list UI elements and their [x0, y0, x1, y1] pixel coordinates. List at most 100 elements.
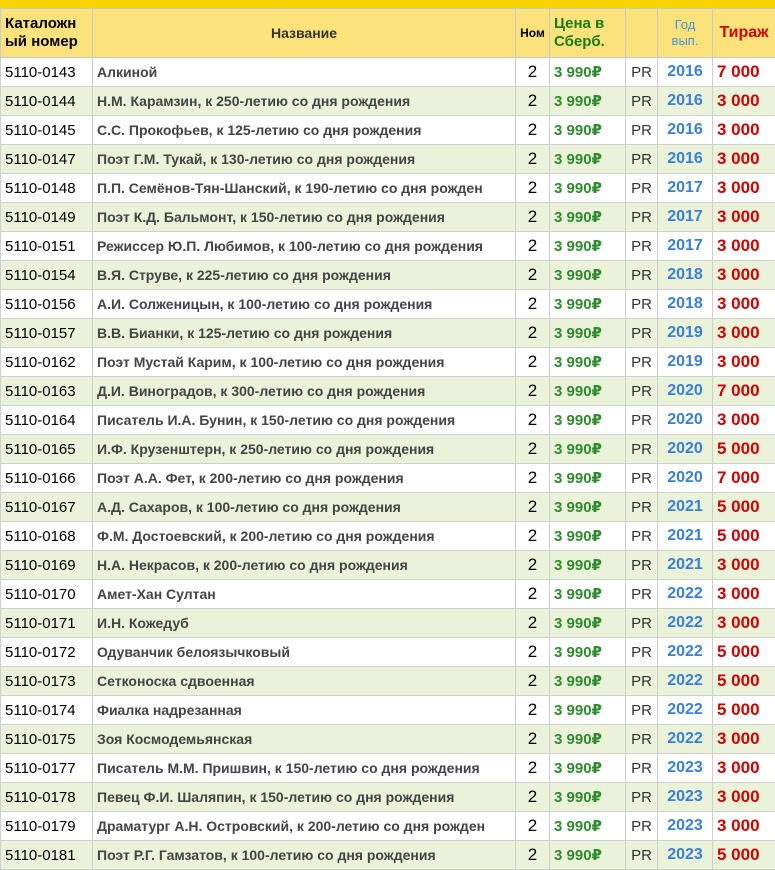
- table-row: 5110-0167 А.Д. Сахаров, к 100-летию со дн…: [0, 492, 775, 522]
- coin-name-cell: Режиссер Ю.П. Любимов, к 100-летию со дн…: [92, 231, 516, 261]
- table-row: 5110-0144 Н.М. Карамзин, к 250-летию со д…: [0, 86, 775, 116]
- quality-cell: PR: [625, 463, 658, 493]
- year-cell: 2016: [657, 144, 713, 174]
- nominal-cell: 2: [515, 347, 550, 377]
- catalog-number-cell: 5110-0174: [0, 695, 93, 725]
- header-row: Каталожн ый номер Название Ном Цена в Сб…: [0, 8, 775, 58]
- table-row: 5110-0174 Фиалка надрезанная 2 3 990₽ PR 2022…: [0, 695, 775, 725]
- quality-cell: PR: [625, 666, 658, 696]
- nominal-cell: 2: [515, 376, 550, 406]
- price-cell: 3 990₽: [549, 318, 626, 348]
- table-row: 5110-0156 А.И. Солженицын, к 100-летию со…: [0, 289, 775, 319]
- nominal-cell: 2: [515, 405, 550, 435]
- catalog-number-cell: 5110-0173: [0, 666, 93, 696]
- year-cell: 2023: [657, 840, 713, 870]
- catalog-number-cell: 5110-0170: [0, 579, 93, 609]
- year-cell: 2020: [657, 405, 713, 435]
- mintage-cell: 3 000: [712, 173, 775, 203]
- year-cell: 2022: [657, 579, 713, 609]
- nominal-cell: 2: [515, 463, 550, 493]
- catalog-number-cell: 5110-0149: [0, 202, 93, 232]
- mintage-cell: 5 000: [712, 637, 775, 667]
- quality-cell: PR: [625, 173, 658, 203]
- quality-cell: PR: [625, 144, 658, 174]
- quality-cell: PR: [625, 492, 658, 522]
- table-row: 5110-0143 Алкиной 2 3 990₽ PR 2016 7 000: [0, 57, 775, 87]
- coin-name-cell: Поэт Г.М. Тукай, к 130-летию со дня рожд…: [92, 144, 516, 174]
- year-cell: 2020: [657, 376, 713, 406]
- mintage-cell: 3 000: [712, 608, 775, 638]
- catalog-number-cell: 5110-0167: [0, 492, 93, 522]
- quality-cell: PR: [625, 376, 658, 406]
- year-cell: 2016: [657, 115, 713, 145]
- coin-name-cell: Н.А. Некрасов, к 200-летию со дня рожден…: [92, 550, 516, 580]
- coin-catalog-table: Каталожн ый номер Название Ном Цена в Сб…: [0, 8, 775, 870]
- year-cell: 2022: [657, 695, 713, 725]
- price-cell: 3 990₽: [549, 376, 626, 406]
- mintage-cell: 3 000: [712, 405, 775, 435]
- mintage-cell: 3 000: [712, 115, 775, 145]
- catalog-number-cell: 5110-0154: [0, 260, 93, 290]
- price-cell: 3 990₽: [549, 144, 626, 174]
- price-cell: 3 990₽: [549, 115, 626, 145]
- nominal-cell: 2: [515, 289, 550, 319]
- nominal-cell: 2: [515, 579, 550, 609]
- year-cell: 2021: [657, 492, 713, 522]
- year-cell: 2019: [657, 318, 713, 348]
- price-cell: 3 990₽: [549, 231, 626, 261]
- table-row: 5110-0175 Зоя Космодемьянская 2 3 990₽ PR 202…: [0, 724, 775, 754]
- quality-cell: PR: [625, 289, 658, 319]
- year-cell: 2022: [657, 724, 713, 754]
- catalog-number-cell: 5110-0166: [0, 463, 93, 493]
- price-cell: 3 990₽: [549, 434, 626, 464]
- table-row: 5110-0157 В.В. Бианки, к 125-летию со дня…: [0, 318, 775, 348]
- table-row: 5110-0145 С.С. Прокофьев, к 125-летию со …: [0, 115, 775, 145]
- price-cell: 3 990₽: [549, 463, 626, 493]
- price-cell: 3 990₽: [549, 289, 626, 319]
- catalog-number-cell: 5110-0162: [0, 347, 93, 377]
- quality-cell: PR: [625, 637, 658, 667]
- mintage-cell: 3 000: [712, 260, 775, 290]
- header-name: Название: [92, 8, 516, 58]
- catalog-number-cell: 5110-0172: [0, 637, 93, 667]
- nominal-cell: 2: [515, 840, 550, 870]
- coin-name-cell: Певец Ф.И. Шаляпин, к 150-летию со дня р…: [92, 782, 516, 812]
- catalog-number-cell: 5110-0148: [0, 173, 93, 203]
- price-cell: 3 990₽: [549, 579, 626, 609]
- coin-name-cell: Алкиной: [92, 57, 516, 87]
- header-price: Цена в Сберб.: [549, 8, 626, 58]
- year-cell: 2017: [657, 202, 713, 232]
- nominal-cell: 2: [515, 724, 550, 754]
- price-cell: 3 990₽: [549, 347, 626, 377]
- table-row: 5110-0166 Поэт А.А. Фет, к 200-летию со д…: [0, 463, 775, 493]
- coin-name-cell: Писатель И.А. Бунин, к 150-летию со дня …: [92, 405, 516, 435]
- price-cell: 3 990₽: [549, 695, 626, 725]
- coin-name-cell: Писатель М.М. Пришвин, к 150-летию со дн…: [92, 753, 516, 783]
- coin-name-cell: Поэт Р.Г. Гамзатов, к 100-летию со дня р…: [92, 840, 516, 870]
- quality-cell: PR: [625, 86, 658, 116]
- mintage-cell: 3 000: [712, 144, 775, 174]
- catalog-number-cell: 5110-0151: [0, 231, 93, 261]
- table-row: 5110-0170 Амет-Хан Султан 2 3 990₽ PR 2022 3 0…: [0, 579, 775, 609]
- price-cell: 3 990₽: [549, 550, 626, 580]
- table-row: 5110-0148 П.П. Семёнов-Тян-Шанский, к 19…: [0, 173, 775, 203]
- price-cell: 3 990₽: [549, 405, 626, 435]
- coin-name-cell: Зоя Космодемьянская: [92, 724, 516, 754]
- nominal-cell: 2: [515, 782, 550, 812]
- year-cell: 2016: [657, 57, 713, 87]
- price-cell: 3 990₽: [549, 173, 626, 203]
- table-row: 5110-0181 Поэт Р.Г. Гамзатов, к 100-летию…: [0, 840, 775, 870]
- year-cell: 2022: [657, 666, 713, 696]
- nominal-cell: 2: [515, 318, 550, 348]
- table-row: 5110-0163 Д.И. Виноградов, к 300-летию со…: [0, 376, 775, 406]
- coin-name-cell: Драматург А.Н. Островский, к 200-летию с…: [92, 811, 516, 841]
- table-row: 5110-0169 Н.А. Некрасов, к 200-летию со …: [0, 550, 775, 580]
- coin-name-cell: Ф.М. Достоевский, к 200-летию со дня рож…: [92, 521, 516, 551]
- header-catalog-number: Каталожн ый номер: [0, 8, 93, 58]
- mintage-cell: 7 000: [712, 463, 775, 493]
- nominal-cell: 2: [515, 492, 550, 522]
- catalog-number-cell: 5110-0169: [0, 550, 93, 580]
- table-row: 5110-0168 Ф.М. Достоевский, к 200-летию с…: [0, 521, 775, 551]
- price-cell: 3 990₽: [549, 840, 626, 870]
- coin-name-cell: А.И. Солженицын, к 100-летию со дня рожд…: [92, 289, 516, 319]
